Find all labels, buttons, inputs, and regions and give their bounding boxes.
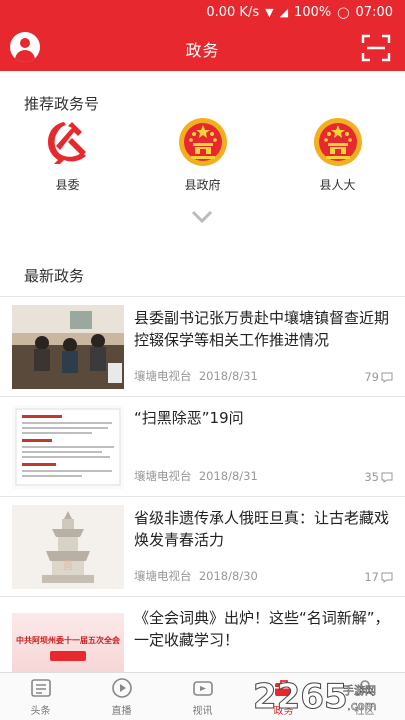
tab-label: 头条 [30,706,51,717]
battery-level: 100% [294,5,332,20]
battery-icon: ◯ [337,6,350,19]
page-title: 政务 [185,41,220,60]
news-thumbnail-meeting [12,305,124,389]
comment-count: 35 [364,470,393,484]
wifi-icon: ▼ [265,6,274,19]
comment-icon [381,372,393,383]
comment-icon [381,472,393,483]
tab-live[interactable]: 直播 [81,673,162,720]
org-label: 县委 [55,178,80,192]
news-source: 壤塘电视台 [134,469,192,483]
party-emblem-icon [47,122,86,164]
org-county-peoples-congress[interactable]: 县人大 [270,116,405,193]
tab-video[interactable]: 视讯 [162,673,243,720]
comment-count: 17 [364,570,393,584]
news-meta: 壤塘电视台 2018/8/31 [134,368,258,384]
org-county-government[interactable]: 县政府 [135,116,270,193]
recommend-section: 推荐政务号 县委 县政府 县人大 [0,71,405,241]
newspaper-icon [30,679,51,697]
latest-section: 最新政务 [0,241,405,296]
news-date: 2018/8/30 [198,569,258,583]
tab-label: 直播 [111,706,132,717]
news-title: 《全会词典》出炉！这些“名词新解”，一定收藏学习！ [134,609,390,649]
app-header: 政务 [0,25,405,71]
watermark-suffix: .com [347,699,376,713]
tab-headlines[interactable]: 头条 [0,673,81,720]
site-watermark: 2265 手游网 .com [253,677,377,718]
news-item[interactable]: “扫黑除恶”19问 壤塘电视台 2018/8/31 35 [0,396,405,496]
scan-icon[interactable] [361,34,391,62]
tab-label: 视讯 [192,706,213,717]
org-label: 县人大 [319,178,356,192]
status-bar: 0.00 K/s ▼ ◢ 100% ◯ 07:00 [0,0,405,25]
news-thumbnail-pagoda: 直 [12,505,124,589]
comment-icon [381,572,393,583]
org-label: 县政府 [184,178,221,192]
latest-title: 最新政务 [24,267,85,285]
comment-count: 79 [364,370,393,384]
comment-count-value: 17 [364,570,379,584]
signal-icon: ◢ [279,6,289,19]
org-county-committee[interactable]: 县委 [0,116,135,193]
national-emblem-icon [178,118,227,166]
news-source: 壤塘电视台 [134,569,192,583]
recommend-title: 推荐政务号 [24,95,100,113]
comment-count-value: 79 [364,370,379,384]
news-source: 壤塘电视台 [134,369,192,383]
news-title: 省级非遗传承人俄旺旦真：让古老藏戏焕发青春活力 [134,509,390,549]
comment-count-value: 35 [364,470,379,484]
clock: 07:00 [355,5,393,20]
news-date: 2018/8/31 [198,469,258,483]
news-list: 县委副书记张万贵赴中壤塘镇督查近期控辍保学等相关工作推进情况 壤塘电视台 201… [0,296,405,694]
watermark-sub: 手游网 [343,683,376,697]
news-title: “扫黑除恶”19问 [134,409,244,427]
network-speed: 0.00 K/s [206,5,260,20]
play-circle-icon [111,678,132,698]
news-date: 2018/8/31 [198,369,258,383]
chevron-down-icon[interactable] [190,209,214,225]
national-emblem-icon [313,118,362,166]
news-item[interactable]: 直 省级非遗传承人俄旺旦真：让古老藏戏焕发青春活力 壤塘电视台 2018/8/3… [0,496,405,596]
svg-text:直: 直 [63,558,74,572]
news-meta: 壤塘电视台 2018/8/31 [134,468,258,484]
news-meta: 壤塘电视台 2018/8/30 [134,568,258,584]
watermark-text: 2265 [253,677,348,717]
thumbnail-caption: 中共阿坝州委十一届五次全会 [16,636,120,645]
news-thumbnail-document [12,405,124,489]
news-title: 县委副书记张万贵赴中壤塘镇督查近期控辍保学等相关工作推进情况 [134,309,390,349]
news-item[interactable]: 县委副书记张万贵赴中壤塘镇督查近期控辍保学等相关工作推进情况 壤塘电视台 201… [0,296,405,396]
video-camera-icon [192,681,213,696]
